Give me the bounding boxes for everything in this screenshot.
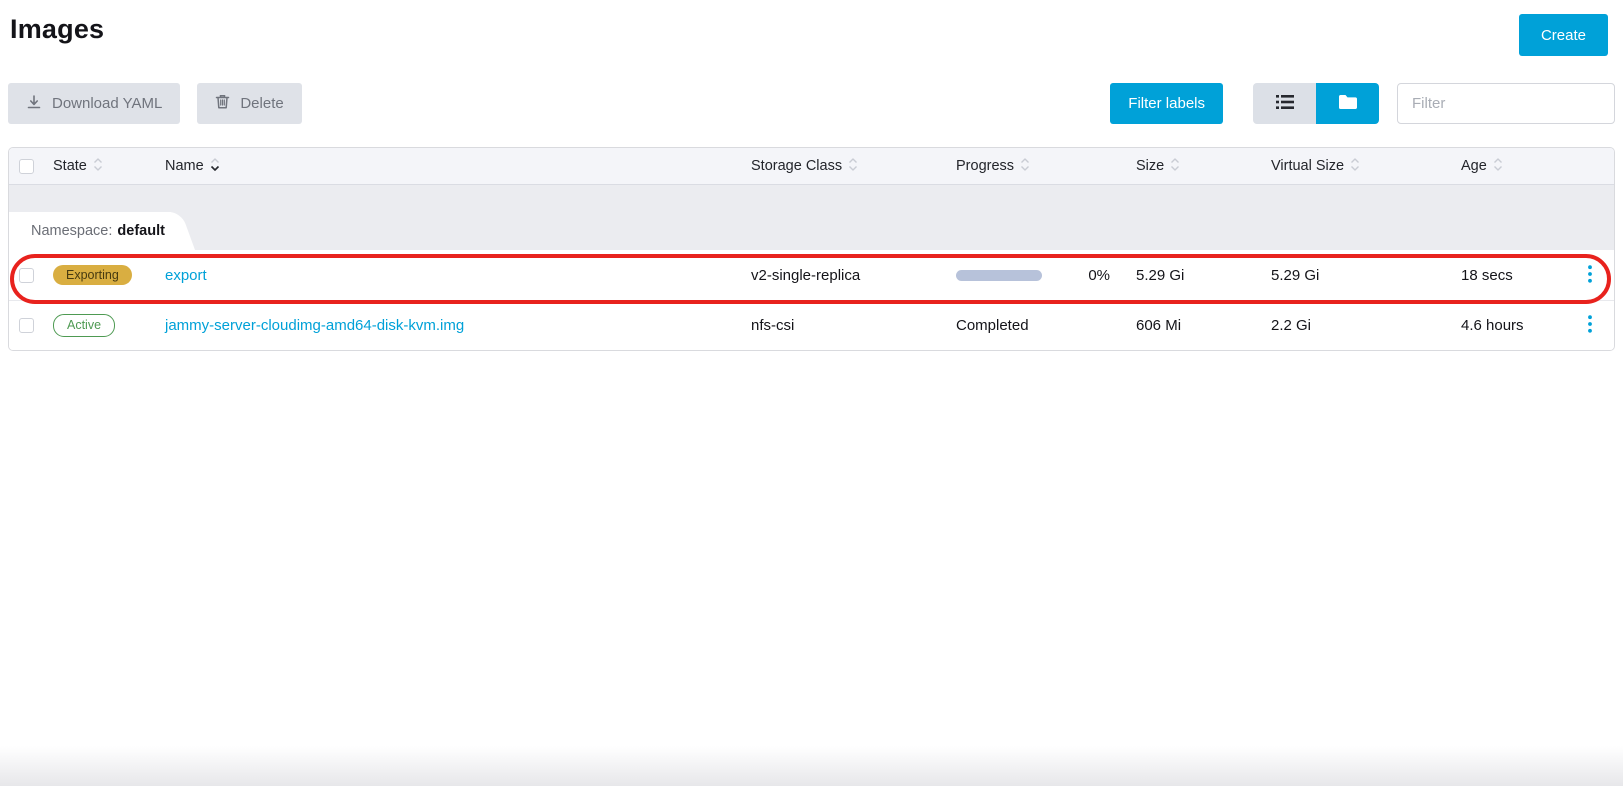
age-cell: 4.6 hours: [1451, 317, 1566, 334]
storage-class-cell: nfs-csi: [741, 317, 946, 334]
actions-cell: [1566, 311, 1614, 340]
progress-cell: Completed: [946, 317, 1126, 334]
age-cell: 18 secs: [1451, 267, 1566, 284]
create-button[interactable]: Create: [1519, 14, 1608, 56]
size-cell: 606 Mi: [1126, 317, 1261, 334]
folder-group-view-icon: [1339, 95, 1357, 112]
images-page: Images Create Download YAML: [0, 0, 1623, 786]
name-cell: export: [155, 267, 741, 284]
page-title: Images: [10, 14, 104, 45]
row-checkbox[interactable]: [19, 268, 34, 283]
state-cell: Exporting: [43, 265, 155, 286]
size-cell: 5.29 Gi: [1126, 267, 1261, 284]
page-header: Images Create: [0, 0, 1623, 56]
storage-class-cell: v2-single-replica: [741, 267, 946, 284]
sort-icon: [1493, 157, 1503, 176]
actions-cell: [1566, 261, 1614, 290]
download-yaml-label: Download YAML: [52, 95, 162, 112]
table-header-row: State Name Storage Class: [9, 148, 1614, 185]
sort-icon: [1170, 157, 1180, 176]
progress-percent: 0%: [1088, 267, 1110, 284]
select-all-checkbox[interactable]: [19, 159, 34, 174]
namespace-label: Namespace:: [31, 223, 112, 239]
download-icon: [26, 94, 42, 114]
row-actions-button[interactable]: [1582, 311, 1598, 340]
toolbar: Download YAML Delete Filter labels: [8, 83, 1615, 124]
column-header-actions: [1566, 148, 1614, 184]
table-controls: Filter labels: [1110, 83, 1615, 124]
row-checkbox-cell: [9, 268, 43, 283]
column-header-age[interactable]: Age: [1451, 148, 1566, 184]
namespace-value: default: [117, 223, 165, 239]
trash-icon: [215, 94, 230, 114]
progress-cell: 0%: [946, 267, 1126, 284]
progress-bar: [956, 270, 1042, 281]
filter-labels-button[interactable]: Filter labels: [1110, 83, 1223, 124]
kebab-menu-icon: [1588, 265, 1592, 286]
column-header-virtual-size[interactable]: Virtual Size: [1261, 148, 1451, 184]
column-header-progress[interactable]: Progress: [946, 148, 1126, 184]
status-badge-exporting: Exporting: [53, 265, 132, 286]
namespace-group-tab: Namespace: default: [9, 212, 171, 250]
column-header-storage-class[interactable]: Storage Class: [741, 148, 946, 184]
column-header-name[interactable]: Name: [155, 148, 741, 184]
row-checkbox-cell: [9, 318, 43, 333]
filter-input[interactable]: [1397, 83, 1615, 124]
delete-label: Delete: [240, 95, 283, 112]
virtual-size-cell: 5.29 Gi: [1261, 267, 1451, 284]
row-actions-button[interactable]: [1582, 261, 1598, 290]
row-checkbox[interactable]: [19, 318, 34, 333]
sort-icon: [1020, 157, 1030, 176]
namespace-group-header: Namespace: default: [9, 185, 1614, 250]
sort-icon: [93, 157, 103, 176]
column-header-state[interactable]: State: [43, 148, 155, 184]
images-table: State Name Storage Class: [8, 147, 1615, 351]
name-cell: jammy-server-cloudimg-amd64-disk-kvm.img: [155, 317, 741, 334]
column-header-size[interactable]: Size: [1126, 148, 1261, 184]
sort-icon: [1350, 157, 1360, 176]
sort-icon-active-desc: [210, 157, 220, 176]
list-view-button[interactable]: [1253, 83, 1316, 124]
table-row: Exporting export v2-single-replica 0% 5.…: [9, 250, 1614, 300]
state-cell: Active: [43, 314, 155, 337]
image-name-link[interactable]: jammy-server-cloudimg-amd64-disk-kvm.img: [165, 317, 464, 334]
virtual-size-cell: 2.2 Gi: [1261, 317, 1451, 334]
list-view-icon: [1276, 95, 1294, 112]
table-row: Active jammy-server-cloudimg-amd64-disk-…: [9, 300, 1614, 350]
download-yaml-button[interactable]: Download YAML: [8, 83, 180, 124]
kebab-menu-icon: [1588, 315, 1592, 336]
group-view-button[interactable]: [1316, 83, 1379, 124]
view-mode-toggle: [1253, 83, 1379, 124]
status-badge-active: Active: [53, 314, 115, 337]
bulk-actions: Download YAML Delete: [8, 83, 319, 124]
sort-icon: [848, 157, 858, 176]
delete-button[interactable]: Delete: [197, 83, 301, 124]
header-cell-checkbox: [9, 159, 43, 174]
image-name-link[interactable]: export: [165, 267, 207, 284]
bottom-fade: [0, 746, 1623, 786]
